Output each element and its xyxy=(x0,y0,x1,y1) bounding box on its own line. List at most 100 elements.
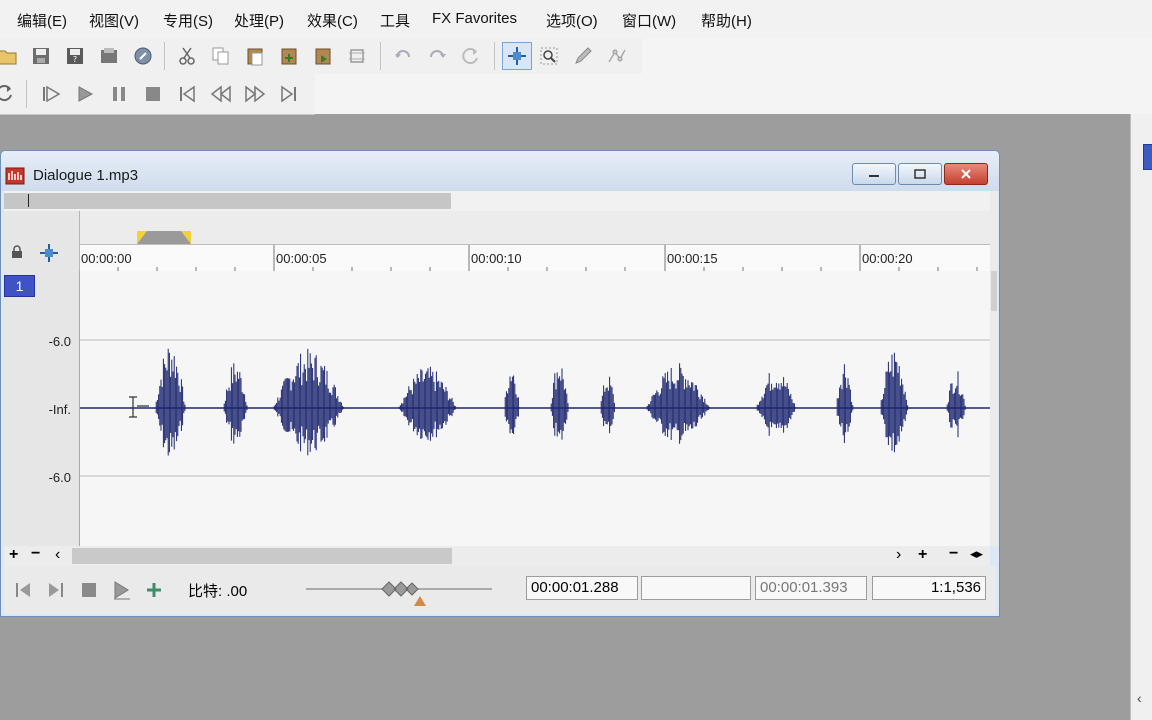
db-label-bottom: -6.0 xyxy=(48,470,71,485)
docked-panel-edge: ‹ xyxy=(1130,114,1152,720)
vertical-scrollbar[interactable] xyxy=(990,191,998,546)
menu-tools[interactable]: 工具 xyxy=(380,10,410,31)
pause-icon[interactable] xyxy=(106,81,132,107)
overview-visible-range[interactable] xyxy=(4,193,451,209)
play-looped-icon[interactable] xyxy=(142,578,166,602)
paste-new-icon[interactable] xyxy=(276,43,302,69)
scroll-right-icon[interactable]: › xyxy=(896,546,901,564)
forward-icon[interactable] xyxy=(242,81,268,107)
crop-icon[interactable] xyxy=(344,43,370,69)
mix-icon[interactable] xyxy=(310,43,336,69)
selection-start-field[interactable] xyxy=(641,576,751,600)
waveform[interactable] xyxy=(80,271,991,546)
menu-bar: 编辑(E) 视图(V) 专用(S) 处理(P) 效果(C) 工具 FX Favo… xyxy=(0,0,1152,38)
paste-icon[interactable] xyxy=(242,43,268,69)
cursor-position-field[interactable]: 00:00:01.288 xyxy=(526,576,638,600)
go-to-end-icon[interactable] xyxy=(44,578,68,602)
menu-special[interactable]: 专用(S) xyxy=(163,10,213,31)
menu-help[interactable]: 帮助(H) xyxy=(701,10,752,31)
ruler-label: 00:00:15 xyxy=(667,251,718,266)
minimize-icon xyxy=(869,175,879,177)
overview-bar[interactable] xyxy=(4,191,990,211)
ruler-label: 00:00:10 xyxy=(471,251,522,266)
svg-text:?: ? xyxy=(73,55,77,64)
play-icon[interactable] xyxy=(72,81,98,107)
go-to-start-icon[interactable] xyxy=(11,578,35,602)
track-header: 1 -6.0 -Inf. -6.0 xyxy=(4,211,79,546)
close-button[interactable] xyxy=(944,163,988,185)
vertical-scroll-thumb[interactable] xyxy=(991,271,997,311)
stop-icon[interactable] xyxy=(77,578,101,602)
zoom-ratio-field[interactable]: 1:1,536 xyxy=(872,576,986,600)
menu-window[interactable]: 窗口(W) xyxy=(622,10,676,31)
undo-icon[interactable] xyxy=(390,43,416,69)
go-to-start-icon[interactable] xyxy=(174,81,200,107)
text-cursor-icon xyxy=(129,396,149,418)
toolbar-empty-area-2 xyxy=(315,74,642,114)
ruler-label: 00:00:05 xyxy=(276,251,327,266)
selection-length-field[interactable]: 00:00:01.393 xyxy=(755,576,867,600)
edit-tool-icon[interactable] xyxy=(502,42,532,70)
save-icon[interactable] xyxy=(28,43,54,69)
snap-icon[interactable] xyxy=(38,242,60,264)
zoom-normal-icon[interactable]: ◂▸ xyxy=(970,546,983,562)
minimize-button[interactable] xyxy=(852,163,896,185)
rate-label: 比特: .00 xyxy=(188,583,248,600)
restore-button[interactable] xyxy=(898,163,942,185)
zoom-in-time-button[interactable]: + xyxy=(918,546,927,564)
go-to-end-icon[interactable] xyxy=(276,81,302,107)
restore-icon xyxy=(914,169,926,179)
panel-tab[interactable] xyxy=(1143,144,1152,170)
repeat-icon[interactable] xyxy=(458,43,484,69)
cut-icon[interactable] xyxy=(174,43,200,69)
redo-icon[interactable] xyxy=(424,43,450,69)
horizontal-scrollbar[interactable]: + − ‹ › + − ◂▸ xyxy=(4,545,990,566)
marker-strip[interactable] xyxy=(79,211,991,244)
loop-icon[interactable] xyxy=(0,81,18,107)
envelope-tool-icon[interactable] xyxy=(604,43,630,69)
pencil-tool-icon[interactable] xyxy=(570,43,596,69)
window-titlebar[interactable]: Dialogue 1.mp3 xyxy=(1,151,999,191)
stop-icon[interactable] xyxy=(140,81,166,107)
scroll-left-icon[interactable]: ‹ xyxy=(55,546,60,564)
menu-fx-favorites[interactable]: FX Favorites xyxy=(432,10,517,27)
time-ruler[interactable]: 00:00:00 00:00:05 00:00:10 00:00:15 00:0… xyxy=(79,244,990,273)
db-label-top: -6.0 xyxy=(48,334,71,349)
ruler-label: 00:00:20 xyxy=(862,251,913,266)
menu-effects[interactable]: 效果(C) xyxy=(307,10,358,31)
zoom-in-vertical-button[interactable]: + xyxy=(9,546,18,564)
horizontal-scroll-thumb[interactable] xyxy=(72,548,452,564)
play-all-icon[interactable] xyxy=(38,81,64,107)
menu-process[interactable]: 处理(P) xyxy=(234,10,284,31)
save-as-icon[interactable]: ? xyxy=(62,43,88,69)
rewind-icon[interactable] xyxy=(208,81,234,107)
magnify-tool-icon[interactable] xyxy=(536,43,562,69)
playback-rate-slider[interactable] xyxy=(306,576,496,608)
track-number[interactable]: 1 xyxy=(4,275,35,297)
zoom-out-vertical-button[interactable]: − xyxy=(31,545,40,563)
waveform-area[interactable] xyxy=(79,271,991,546)
data-window: Dialogue 1.mp3 1 -6.0 -Inf. -6.0 00:00:0… xyxy=(0,150,1000,617)
selection-marker[interactable] xyxy=(137,231,191,244)
standard-toolbar: ? xyxy=(0,38,642,75)
toolbar-empty-area xyxy=(642,38,1152,114)
menu-options[interactable]: 选项(O) xyxy=(546,10,598,31)
rate-pointer-icon xyxy=(414,596,426,606)
window-transport-bar: 比特: .00 00:00:01.288 00:00:01.393 1:1,53… xyxy=(4,566,996,614)
chevron-left-icon[interactable]: ‹ xyxy=(1137,690,1142,706)
properties-icon[interactable] xyxy=(130,43,156,69)
menu-edit[interactable]: 编辑(E) xyxy=(17,10,67,31)
open-icon[interactable] xyxy=(0,43,20,69)
window-title: Dialogue 1.mp3 xyxy=(33,167,139,184)
close-icon xyxy=(961,169,971,179)
render-icon[interactable] xyxy=(96,43,122,69)
copy-icon[interactable] xyxy=(208,43,234,69)
lock-icon[interactable] xyxy=(10,245,24,259)
play-icon[interactable] xyxy=(110,578,134,602)
db-label-center: -Inf. xyxy=(48,402,71,417)
overview-cursor xyxy=(28,194,29,207)
zoom-out-time-button[interactable]: − xyxy=(949,545,958,563)
transport-toolbar xyxy=(0,74,315,115)
audio-file-icon xyxy=(5,167,25,185)
menu-view[interactable]: 视图(V) xyxy=(89,10,139,31)
